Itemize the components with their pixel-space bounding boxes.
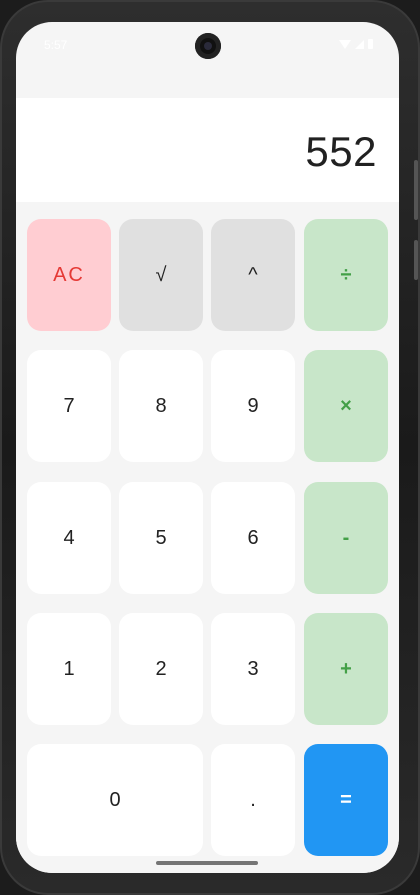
volume-button [414, 160, 418, 220]
square-root-button[interactable]: √ [119, 219, 203, 331]
wifi-icon [339, 39, 351, 49]
status-icons [339, 39, 373, 49]
status-time: 5:57 [44, 38, 68, 52]
power-button-key[interactable]: ^ [211, 219, 295, 331]
digit-9-button[interactable]: 9 [211, 350, 295, 462]
signal-icon [355, 39, 364, 49]
all-clear-button[interactable]: AC [27, 219, 111, 331]
digit-6-button[interactable]: 6 [211, 482, 295, 594]
decimal-button[interactable]: . [211, 744, 295, 856]
keypad: AC √ ^ ÷ 7 8 9 × 4 5 6 - 1 2 3 + 0 . = [16, 202, 399, 873]
equals-button[interactable]: = [304, 744, 388, 856]
digit-2-button[interactable]: 2 [119, 613, 203, 725]
result-display: 552 [16, 98, 399, 202]
digit-5-button[interactable]: 5 [119, 482, 203, 594]
digit-7-button[interactable]: 7 [27, 350, 111, 462]
add-button[interactable]: + [304, 613, 388, 725]
gesture-nav-handle[interactable] [156, 861, 258, 865]
digit-0-button[interactable]: 0 [27, 744, 203, 856]
display-value: 552 [305, 128, 377, 175]
digit-8-button[interactable]: 8 [119, 350, 203, 462]
app-screen: 5:57 552 AC √ ^ ÷ 7 8 9 × 4 5 6 - 1 2 3 … [16, 22, 399, 873]
digit-1-button[interactable]: 1 [27, 613, 111, 725]
divide-button[interactable]: ÷ [304, 219, 388, 331]
multiply-button[interactable]: × [304, 350, 388, 462]
digit-4-button[interactable]: 4 [27, 482, 111, 594]
subtract-button[interactable]: - [304, 482, 388, 594]
status-bar: 5:57 [16, 22, 399, 70]
power-button [414, 240, 418, 280]
battery-icon [368, 39, 373, 49]
digit-3-button[interactable]: 3 [211, 613, 295, 725]
front-camera [195, 33, 221, 59]
